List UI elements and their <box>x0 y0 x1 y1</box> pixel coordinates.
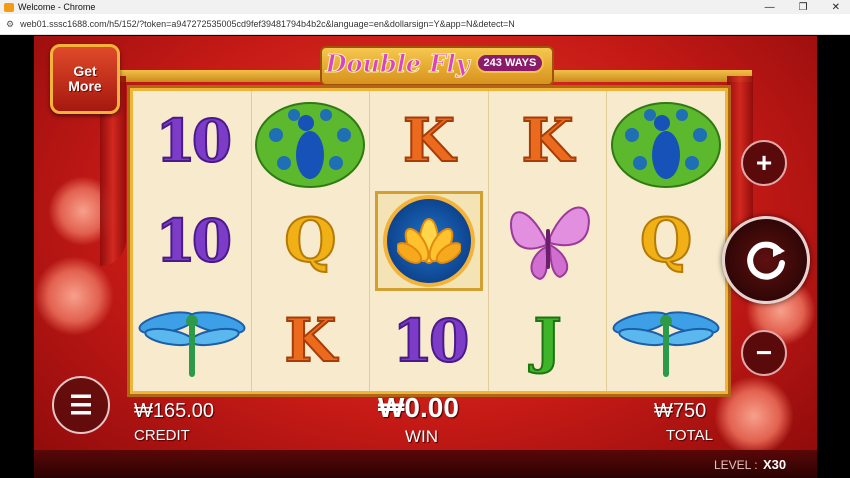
reel-3: K 10 <box>370 91 489 391</box>
level-value: X30 <box>763 457 787 472</box>
total-bet-value: ₩750 <box>654 400 707 422</box>
lotus-disk <box>382 195 475 287</box>
reel-5: Q <box>607 91 725 391</box>
symbol-10: 10 <box>392 306 471 376</box>
increase-bet-button[interactable]: + <box>741 140 787 186</box>
logo-title: Double Fly <box>325 48 470 78</box>
peacock-icon <box>611 102 722 188</box>
window-title: Welcome - Chrome <box>18 2 96 12</box>
dragonfly-icon <box>138 311 246 377</box>
dragonfly-symbol <box>133 291 251 391</box>
get-more-button[interactable]: Get More <box>50 44 120 114</box>
bottom-strip <box>34 450 817 478</box>
symbol-k: K <box>520 105 574 177</box>
app-icon <box>4 2 14 12</box>
spin-button[interactable] <box>722 216 810 304</box>
site-info-icon[interactable]: ⚙ <box>6 19 14 30</box>
dragonfly-icon <box>612 311 720 377</box>
reel-4: K J <box>489 91 608 391</box>
reel-1: 10 10 <box>133 91 252 391</box>
lotus-icon <box>396 218 461 264</box>
symbol-k: K <box>283 305 337 377</box>
win-label: WIN <box>405 427 439 446</box>
symbol-10: 10 <box>154 206 233 276</box>
menu-button[interactable]: ☰ <box>52 376 110 434</box>
get-more-label-2: More <box>68 78 102 94</box>
symbol-k: K <box>402 105 456 177</box>
symbol-j: J <box>532 305 562 377</box>
reel-grid: 10 10 Q K K 10 K J Q <box>130 88 728 394</box>
win-value: ₩0.00 <box>378 392 459 423</box>
credit-value: ₩165.00 <box>134 400 215 422</box>
credit-label: CREDIT <box>134 427 190 444</box>
game-logo: Double Fly 243 WAYS <box>320 40 554 86</box>
restore-button[interactable]: ❐ <box>799 2 808 13</box>
butterfly-symbol <box>489 191 607 291</box>
wild-frame <box>374 191 483 291</box>
level-label: LEVEL : <box>714 458 758 472</box>
address-bar[interactable]: ⚙ web01.sssc1688.com/h5/152/?token=a9472… <box>0 14 850 35</box>
minimize-button[interactable]: — <box>765 2 775 13</box>
browser-title-bar: Welcome - Chrome — ❐ ✕ <box>0 0 850 14</box>
symbol-q: Q <box>283 205 337 277</box>
peacock-icon <box>255 102 366 188</box>
ways-badge: 243 WAYS <box>475 53 545 73</box>
total-bet-label: TOTAL <box>666 427 713 444</box>
peacock-symbol <box>607 91 725 191</box>
url-text[interactable]: web01.sssc1688.com/h5/152/?token=a947272… <box>20 19 515 29</box>
flower-decoration <box>34 256 114 336</box>
dragonfly-symbol <box>607 291 725 391</box>
spin-icon <box>747 241 785 280</box>
lotus-wild-symbol <box>370 191 488 291</box>
butterfly-icon <box>509 206 590 281</box>
decrease-bet-button[interactable]: − <box>741 330 787 376</box>
symbol-10: 10 <box>154 106 233 176</box>
symbol-q: Q <box>639 205 693 277</box>
get-more-label-1: Get <box>73 63 97 79</box>
close-button[interactable]: ✕ <box>832 2 840 13</box>
reel-2: Q K <box>252 91 371 391</box>
peacock-symbol <box>252 91 370 191</box>
slot-game-canvas[interactable]: Double Fly 243 WAYS Get More 10 10 Q K K… <box>34 36 817 478</box>
